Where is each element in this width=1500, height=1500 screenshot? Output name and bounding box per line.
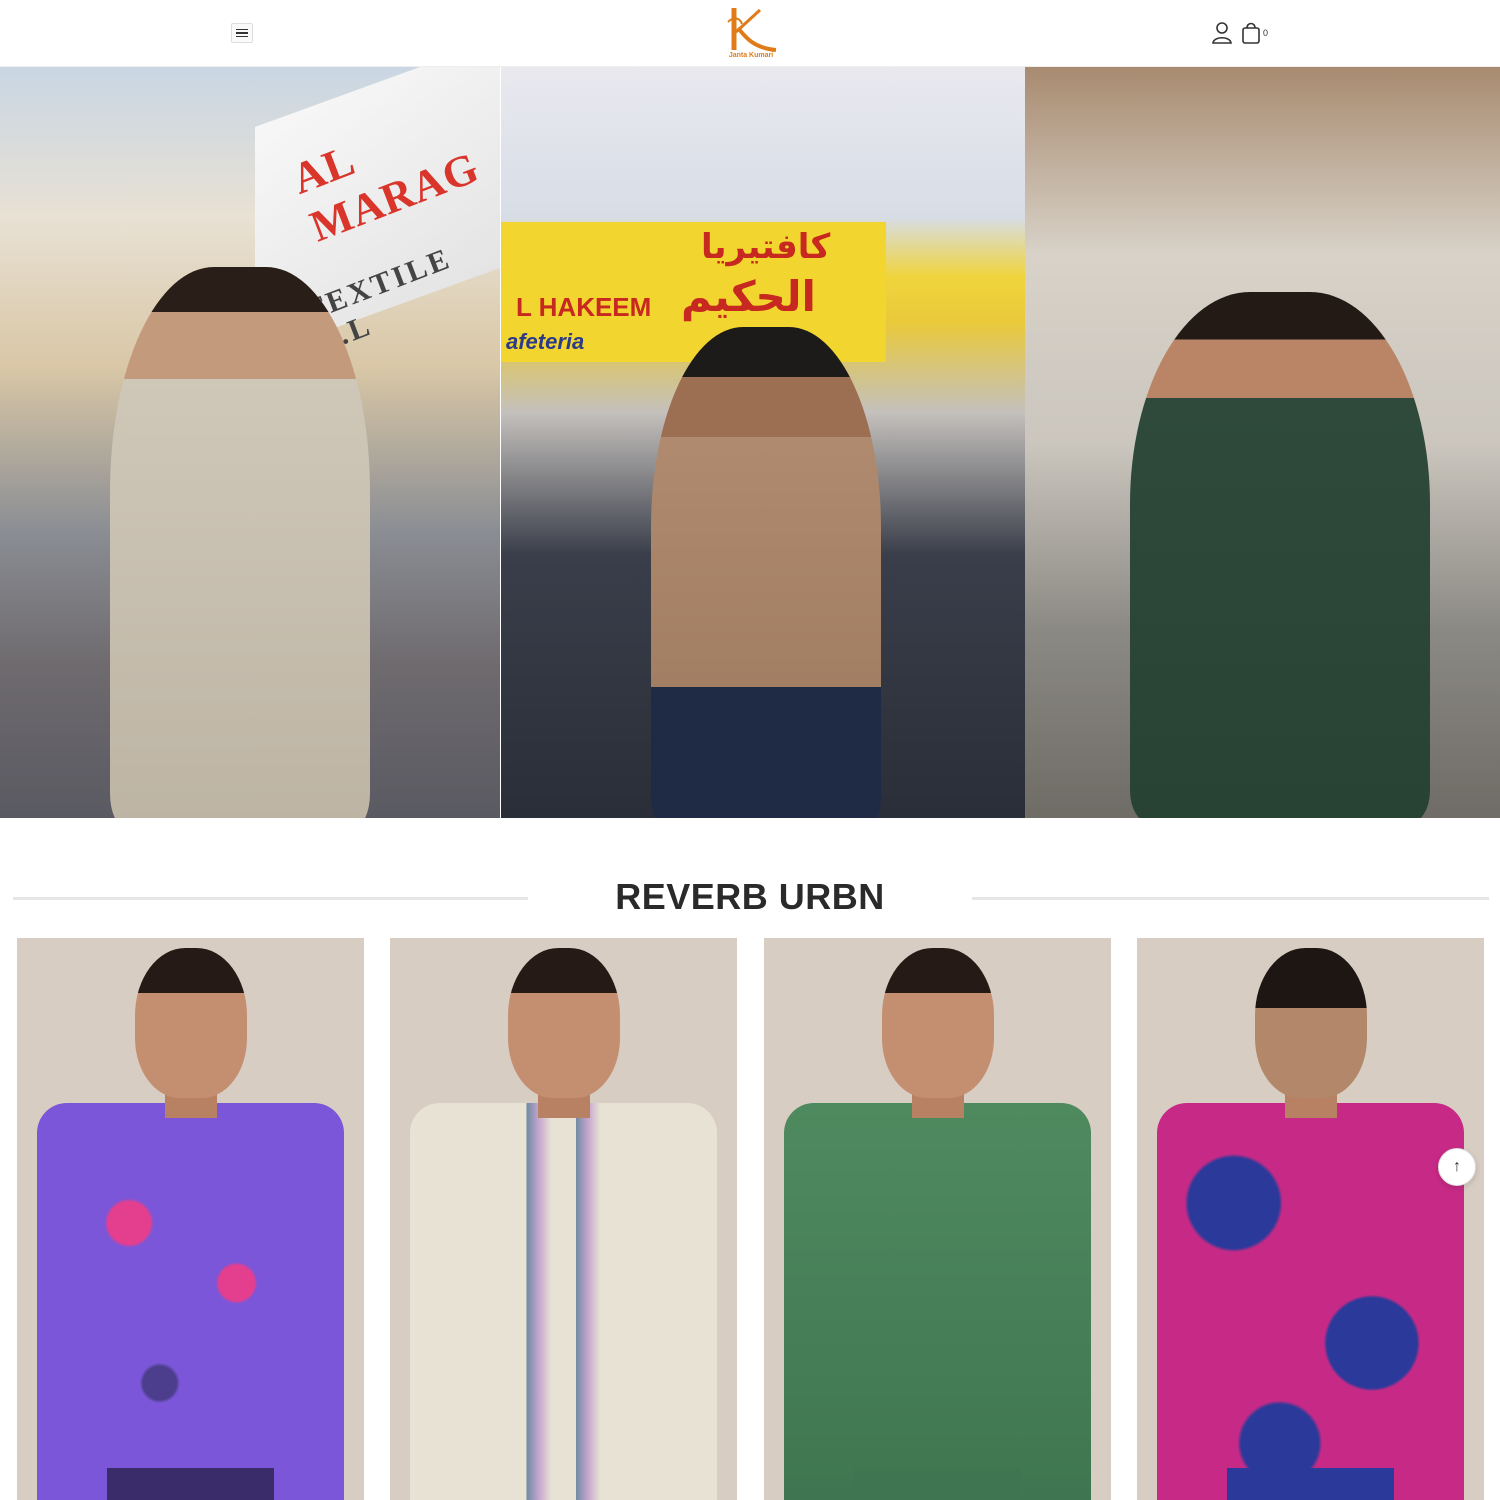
product-card[interactable]: [1137, 938, 1484, 1500]
arrow-up-icon[interactable]: ↑: [1438, 1148, 1476, 1186]
cafeteria-sign-text: L HAKEEM: [516, 292, 652, 322]
cafeteria-sign-subtext: afeteria: [506, 329, 585, 354]
product-card[interactable]: [390, 938, 737, 1500]
hero-image-alley[interactable]: [1025, 67, 1500, 818]
brand-name: Janta Kumari: [728, 52, 774, 59]
user-icon[interactable]: [1211, 21, 1233, 45]
section-title: REVERB URBN: [615, 876, 885, 917]
model-pants: [107, 1468, 274, 1500]
model-head: [1255, 948, 1367, 1098]
model-pants: [854, 1468, 1021, 1500]
brand-logo[interactable]: Janta Kumari: [720, 4, 782, 62]
model-head: [882, 948, 994, 1098]
cafeteria-sign-arabic-1: كافتيريا: [701, 227, 831, 267]
cart-count[interactable]: 0: [1263, 28, 1268, 38]
hero-banner[interactable]: AL MARAG TEXTILE L.L كافتيريا الحكيم L H…: [0, 67, 1500, 818]
site-header: Janta Kumari 0: [0, 0, 1500, 67]
model-figure: [110, 267, 370, 818]
model-head: [508, 948, 620, 1098]
logo-mark: [727, 8, 777, 52]
hamburger-menu-icon[interactable]: [231, 23, 253, 43]
shopping-bag-icon[interactable]: [1240, 21, 1262, 45]
section-divider-right: [972, 897, 1489, 900]
cafeteria-sign-arabic-2: الحكيم: [681, 272, 816, 321]
product-image: [37, 1103, 344, 1500]
hero-image-textile-street[interactable]: AL MARAG TEXTILE L.L: [0, 67, 500, 818]
model-figure: [1130, 292, 1430, 818]
product-image: [410, 1103, 717, 1500]
product-card[interactable]: [17, 938, 364, 1500]
model-pants: [1227, 1468, 1394, 1500]
product-image: [1157, 1103, 1464, 1500]
model-figure: [651, 327, 881, 818]
model-head: [135, 948, 247, 1098]
hero-image-cafeteria[interactable]: كافتيريا الحكيم L HAKEEM afeteria: [501, 67, 1025, 818]
product-image: [784, 1103, 1091, 1500]
section-divider-left: [13, 897, 528, 900]
product-card[interactable]: [764, 938, 1111, 1500]
